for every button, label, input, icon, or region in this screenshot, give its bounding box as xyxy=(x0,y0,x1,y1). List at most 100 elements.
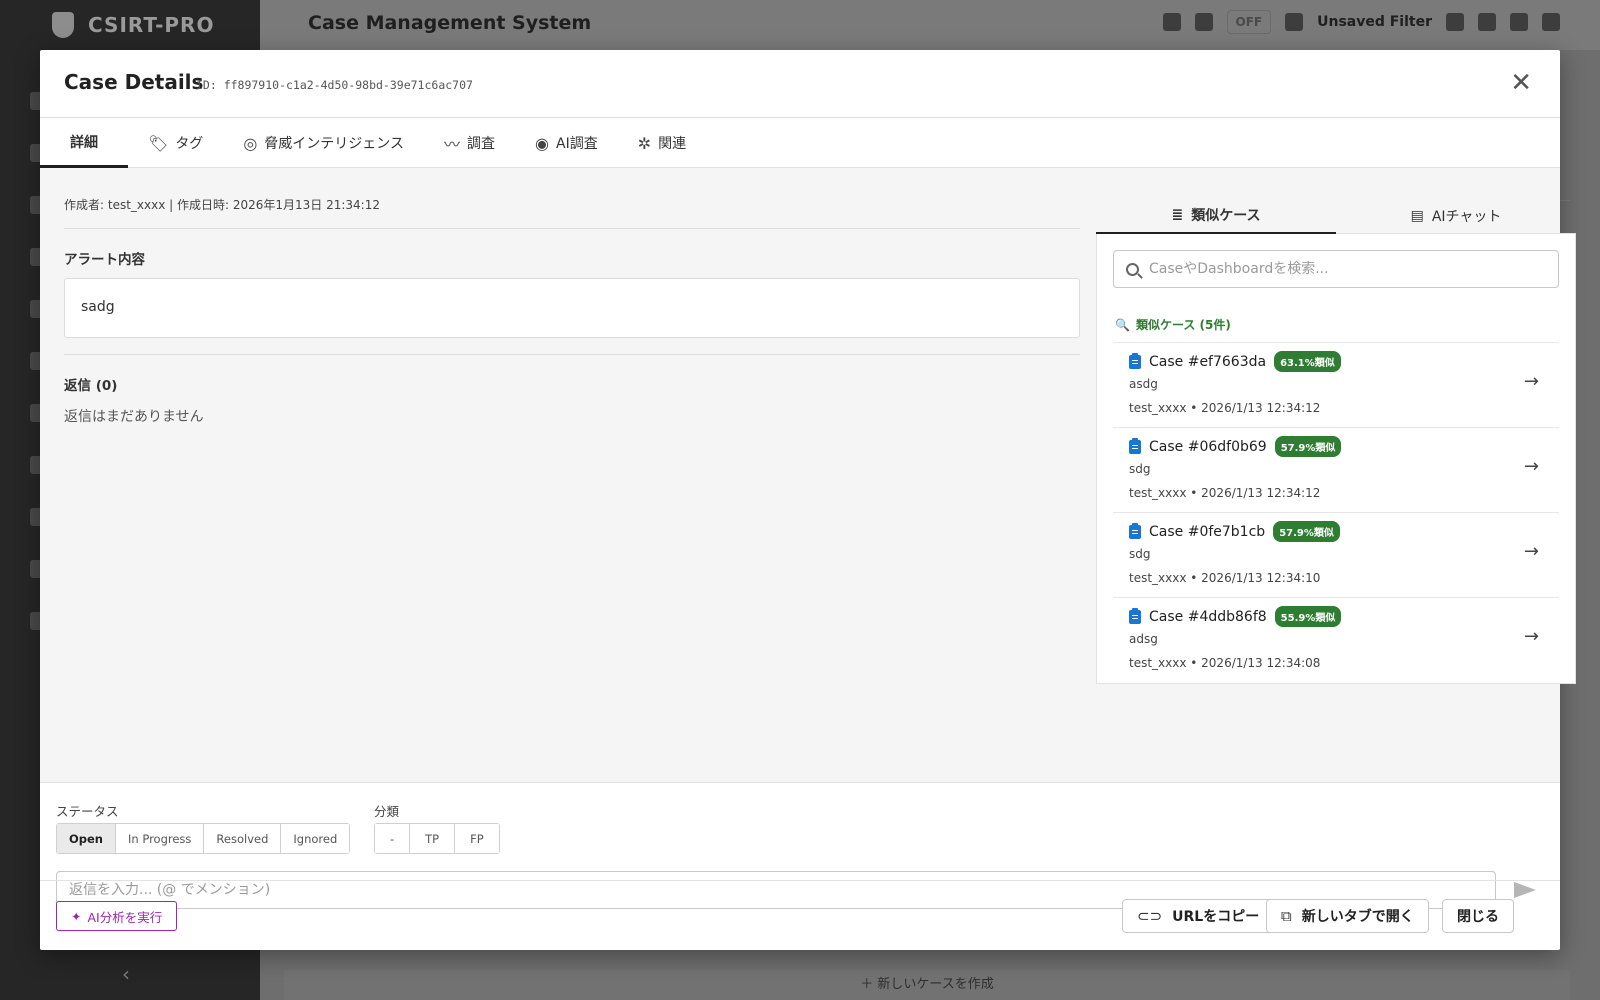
list-item[interactable]: Case #06df0b69 57.9%類似 sdg test_xxxx • 2… xyxy=(1113,427,1559,512)
status-ignored-button[interactable]: Ignored xyxy=(281,824,350,853)
download-icon[interactable] xyxy=(1510,13,1528,31)
close-button[interactable]: 閉じる xyxy=(1442,899,1514,933)
details-body: 作成者: test_xxxx | 作成日時: 2026年1月13日 21:34:… xyxy=(40,168,1576,782)
tab-details[interactable]: 詳細 xyxy=(40,118,128,168)
similarity-badge: 57.9%類似 xyxy=(1273,521,1340,542)
case-title: Case #ef7663da xyxy=(1149,353,1267,370)
case-summary: sdg xyxy=(1129,547,1151,561)
arrow-right-icon[interactable]: → xyxy=(1524,456,1539,477)
link-icon: ⊂⊃ xyxy=(1137,907,1163,925)
tab-ai-chat[interactable]: ▤ AIチャット xyxy=(1336,198,1576,234)
help-icon[interactable] xyxy=(1542,13,1560,31)
case-item-header: Case #0fe7b1cb 57.9%類似 xyxy=(1129,521,1340,542)
tag-icon: 🏷 xyxy=(148,133,169,153)
divider xyxy=(64,228,1080,229)
tab-investigation[interactable]: 〰 調査 xyxy=(424,118,515,168)
status-open-button[interactable]: Open xyxy=(57,824,116,853)
target-icon: ◎ xyxy=(243,133,258,153)
class-none-button[interactable]: - xyxy=(375,824,411,853)
divider xyxy=(64,354,1080,355)
case-details-modal: Case Details ID: ff897910-c1a2-4d50-98bd… xyxy=(40,50,1576,950)
case-item-header: Case #4ddb86f8 55.9%類似 xyxy=(1129,606,1342,627)
tab-label: AI調査 xyxy=(556,136,598,152)
similar-search-icon: ≣ xyxy=(1171,207,1184,223)
similarity-badge: 63.1%類似 xyxy=(1274,351,1341,372)
clipboard-icon xyxy=(1129,607,1141,624)
case-summary: asdg xyxy=(1129,377,1158,391)
clipboard-icon[interactable] xyxy=(1478,13,1496,31)
filter-selector[interactable]: Unsaved Filter xyxy=(1317,14,1432,30)
tab-label: AIチャット xyxy=(1431,208,1502,225)
case-meta: test_xxxx • 2026/1/13 12:34:08 xyxy=(1129,656,1321,670)
case-meta: test_xxxx • 2026/1/13 12:34:12 xyxy=(1129,486,1321,500)
tab-label: 脅威インテリジェンス xyxy=(264,136,405,152)
open-new-tab-button[interactable]: ⧉ 新しいタブで開く xyxy=(1266,899,1429,933)
close-icon[interactable]: ✕ xyxy=(1510,70,1532,96)
modal-tabs: 詳細 🏷 タグ ◎ 脅威インテリジェンス 〰 調査 ◉ AI調査 ✲ 関連 xyxy=(40,118,1560,168)
class-fp-button[interactable]: FP xyxy=(455,824,499,853)
similarity-badge: 55.9%類似 xyxy=(1274,606,1342,627)
chevron-left-icon[interactable]: ‹ xyxy=(122,962,130,986)
modal-footer: ✦ AI分析を実行 ⊂⊃ URLをコピー ⧉ 新しいタブで開く 閉じる xyxy=(40,880,1560,950)
modal-header: Case Details ID: ff897910-c1a2-4d50-98bd… xyxy=(40,50,1560,118)
tab-related[interactable]: ✲ 関連 xyxy=(618,118,706,168)
trend-icon: 〰 xyxy=(444,135,461,154)
status-in-progress-button[interactable]: In Progress xyxy=(116,824,205,853)
similar-cases-panel: 🔍 類似ケース (5件) Case #ef7663da 63.1%類似 asdg… xyxy=(1096,234,1576,684)
button-label: AI分析を実行 xyxy=(87,909,163,925)
clipboard-icon xyxy=(1129,352,1141,369)
app-title: Case Management System xyxy=(308,12,592,34)
run-ai-analysis-button[interactable]: ✦ AI分析を実行 xyxy=(56,901,178,931)
visibility-toggle[interactable]: OFF xyxy=(1226,10,1272,34)
list-icon[interactable] xyxy=(1162,13,1181,31)
edit-list-icon[interactable] xyxy=(1446,13,1464,31)
brand-name: CSIRT-PRO xyxy=(88,13,215,37)
case-summary: sdg xyxy=(1129,462,1151,476)
case-meta: test_xxxx • 2026/1/13 12:34:12 xyxy=(1129,401,1321,415)
replies-label: 返信 (0) xyxy=(64,378,118,394)
list-item[interactable]: Case #0fe7b1cb 57.9%類似 sdg test_xxxx • 2… xyxy=(1113,512,1559,597)
tab-tags[interactable]: 🏷 タグ xyxy=(128,118,223,168)
clipboard-icon xyxy=(1129,522,1141,539)
arrow-right-icon[interactable]: → xyxy=(1524,371,1539,392)
class-tp-button[interactable]: TP xyxy=(410,824,456,853)
list-item[interactable]: Case #4ddb86f8 55.9%類似 adsg test_xxxx • … xyxy=(1113,597,1559,682)
button-label: 新しいタブで開く xyxy=(1301,909,1414,925)
right-panel-tabs: ≣ 類似ケース ▤ AIチャット xyxy=(1096,198,1576,234)
tab-label: 類似ケース xyxy=(1191,208,1261,224)
tab-ai-investigation[interactable]: ◉ AI調査 xyxy=(515,118,618,168)
alert-content-box: sadg xyxy=(64,278,1080,338)
open-external-icon: ⧉ xyxy=(1281,907,1292,925)
tab-label: 調査 xyxy=(467,136,496,152)
create-case-button[interactable]: ＋ 新しいケースを作成 xyxy=(284,970,1570,1000)
search-icon xyxy=(1126,262,1139,276)
bell-icon[interactable] xyxy=(1194,13,1213,31)
status-resolved-button[interactable]: Resolved xyxy=(204,824,282,853)
arrow-right-icon[interactable]: → xyxy=(1524,626,1539,647)
search-input[interactable] xyxy=(1149,261,1546,277)
tab-threat-intel[interactable]: ◎ 脅威インテリジェンス xyxy=(223,118,424,168)
copy-url-button[interactable]: ⊂⊃ URLをコピー xyxy=(1122,899,1275,933)
similar-cases-header: 🔍 類似ケース (5件) xyxy=(1115,316,1231,333)
case-item-header: Case #06df0b69 57.9%類似 xyxy=(1129,436,1342,457)
app-logo: CSIRT-PRO xyxy=(52,12,214,38)
case-title: Case #0fe7b1cb xyxy=(1149,523,1266,540)
similarity-badge: 57.9%類似 xyxy=(1274,436,1342,457)
button-label: 閉じる xyxy=(1457,909,1499,925)
shield-logo-icon xyxy=(52,12,74,38)
clipboard-icon xyxy=(1129,437,1141,454)
list-item[interactable]: Case #ef7663da 63.1%類似 asdg test_xxxx • … xyxy=(1113,342,1559,427)
header-toolbar: OFF Unsaved Filter xyxy=(1162,10,1560,34)
replies-empty-text: 返信はまだありません xyxy=(64,409,204,425)
status-label: ステータス xyxy=(56,804,119,819)
magnifier-icon: 🔍 xyxy=(1115,317,1130,332)
classification-toggle-group: - TP FP xyxy=(374,823,500,854)
chat-icon: ▤ xyxy=(1410,207,1424,224)
tab-similar-cases[interactable]: ≣ 類似ケース xyxy=(1096,198,1336,234)
case-title: Case #4ddb86f8 xyxy=(1149,608,1267,625)
arrow-right-icon[interactable]: → xyxy=(1524,541,1539,562)
case-item-header: Case #ef7663da 63.1%類似 xyxy=(1129,351,1341,372)
case-id: ID: ff897910-c1a2-4d50-98bd-39e71c6ac707 xyxy=(196,78,473,92)
gear-icon[interactable] xyxy=(1285,13,1304,31)
button-label: URLをコピー xyxy=(1172,909,1260,925)
